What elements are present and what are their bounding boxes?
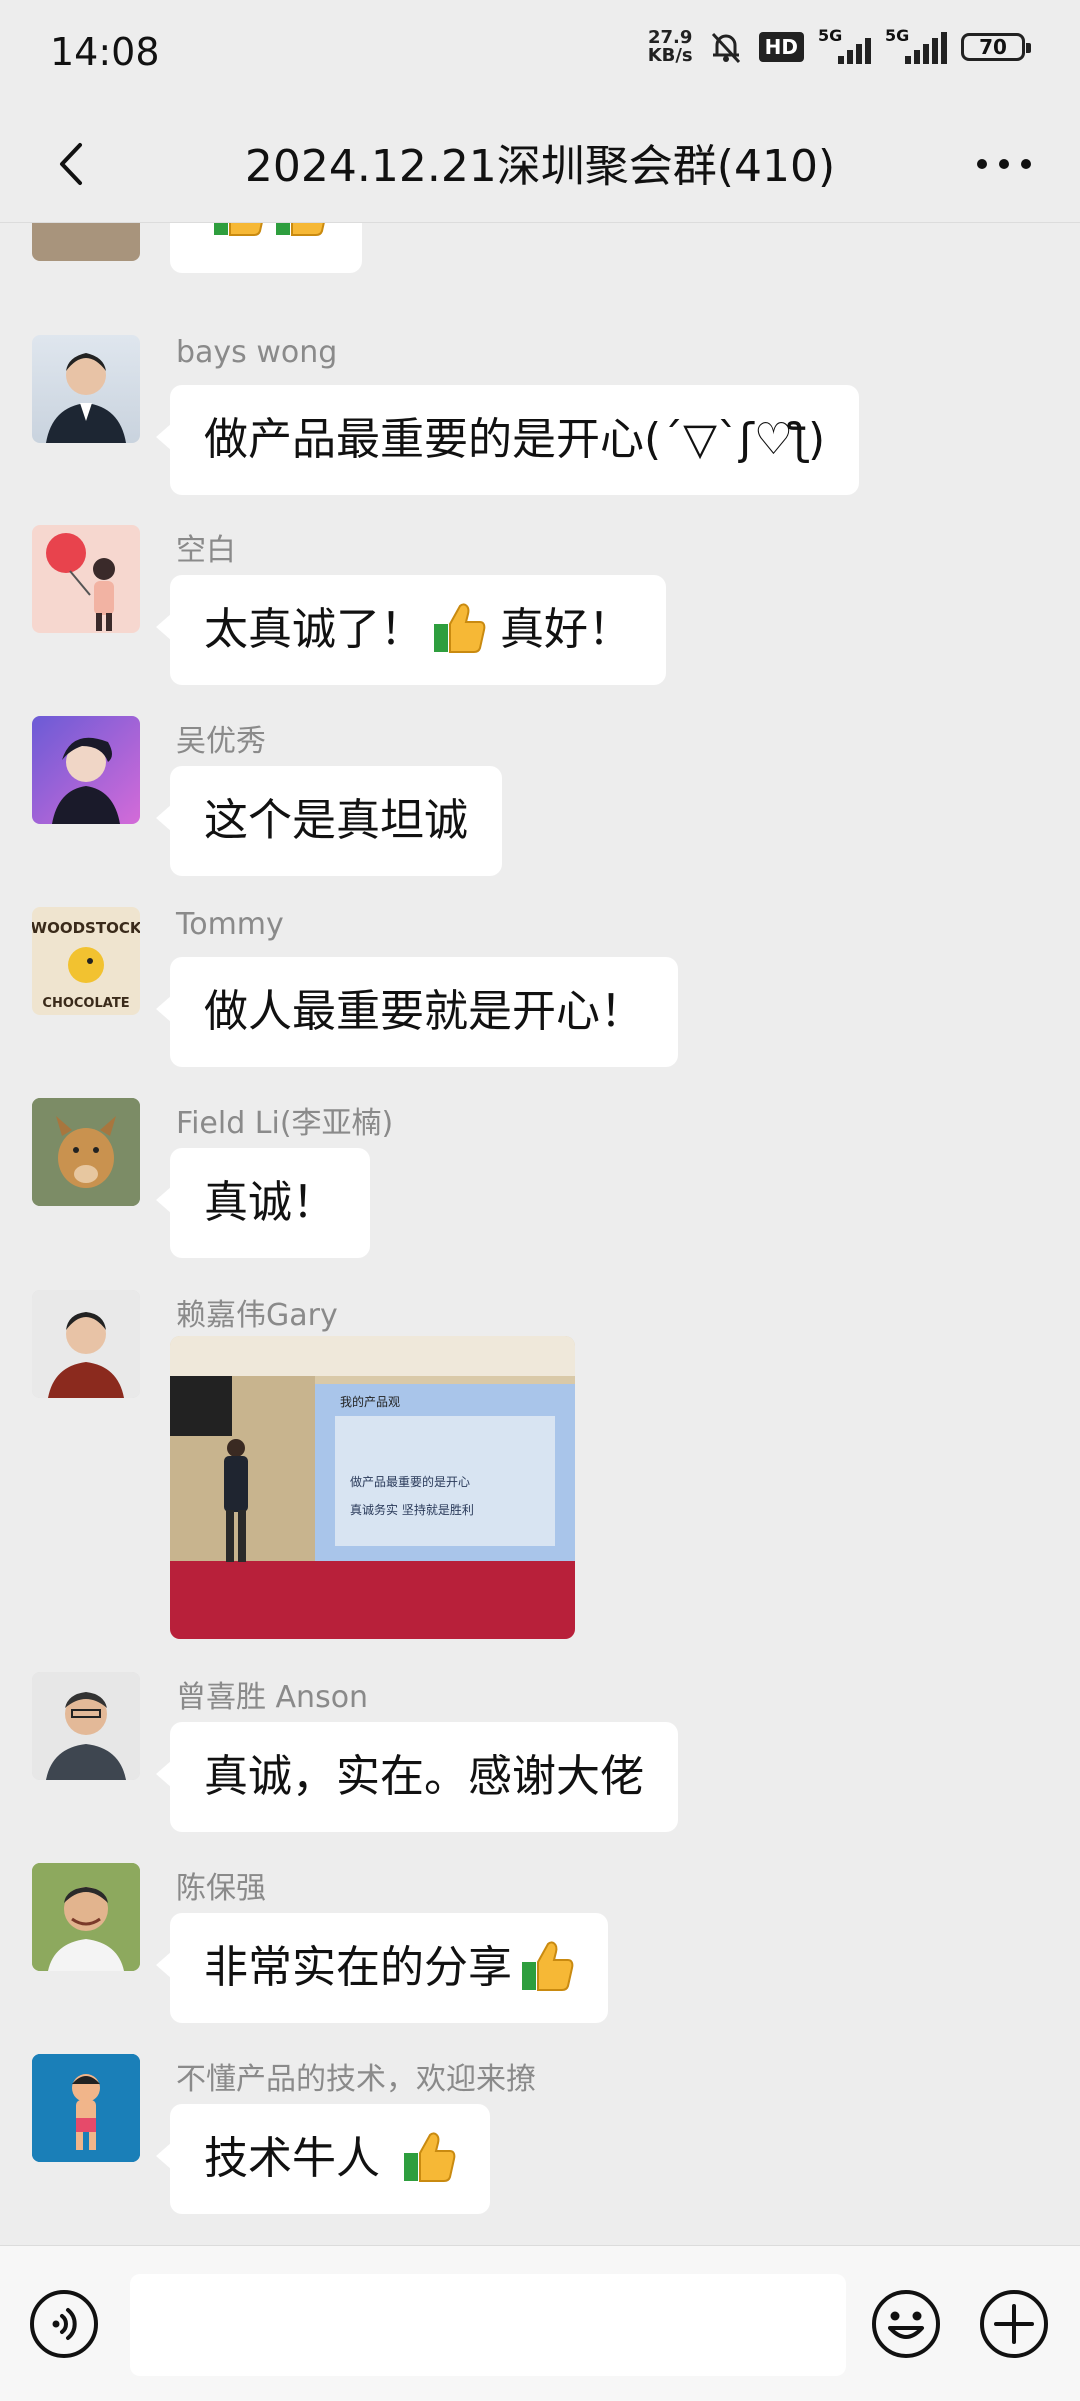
avatar[interactable] [32, 525, 140, 633]
svg-text:CHOCOLATE: CHOCOLATE [42, 996, 129, 1011]
sender-name: 空白 [176, 533, 236, 568]
avatar[interactable] [32, 335, 140, 443]
signal-2-icon: 5G [885, 26, 947, 64]
emoji-button[interactable] [870, 2288, 942, 2360]
clock: 14:08 [50, 30, 160, 74]
sender-name: bays wong [176, 335, 338, 370]
svg-text:WOODSTOCK: WOODSTOCK [32, 919, 140, 937]
avatar[interactable] [32, 1098, 140, 1206]
thumbs-up-emoji [404, 2132, 456, 2182]
more-button[interactable] [964, 132, 1044, 196]
avatar[interactable] [32, 223, 140, 261]
shared-photo[interactable]: 我的产品观 做产品最重要的是开心 真诚务实 坚持就是胜利 [170, 1336, 575, 1639]
network-speed: 27.9 KB/s [647, 27, 693, 66]
voice-icon [30, 2290, 98, 2358]
cartoon-avatar-image [32, 2054, 140, 2162]
sender-name: 赖嘉伟Gary [176, 1298, 338, 1333]
chevron-left-icon [60, 143, 82, 185]
thumbs-up-emoji [276, 223, 325, 236]
sender-name: 曾喜胜 Anson [176, 1680, 369, 1715]
input-bar [0, 2245, 1080, 2401]
thumbs-up-emoji [434, 603, 486, 653]
svg-text:真诚务实 坚持就是胜利: 真诚务实 坚持就是胜利 [350, 1502, 474, 1517]
more-dots-icon [977, 159, 1031, 169]
svg-text:我的产品观: 我的产品观 [340, 1394, 400, 1409]
sender-name: 不懂产品的技术，欢迎来撩 [176, 2062, 536, 2097]
signal-1-icon: 5G [818, 26, 871, 64]
message-bubble[interactable] [170, 223, 362, 273]
chat-header: 2024.12.21深圳聚会群(410) [0, 110, 1080, 223]
sender-name: Tommy [176, 907, 284, 942]
more-functions-button[interactable] [978, 2288, 1050, 2360]
chat-title: 2024.12.21深圳聚会群(410) [244, 141, 836, 192]
message-bubble[interactable]: 非常实在的分享 [156, 1913, 608, 2023]
battery-indicator: 70 [961, 33, 1031, 61]
message-bubble[interactable]: 做产品最重要的是开心(ˊ▽ˋʃ♡ƪ) [155, 385, 860, 495]
avatar[interactable] [32, 1863, 140, 1971]
child-avatar-image [32, 1863, 140, 1971]
status-icons: 27.9 KB/s HD 5G 5G 70 [647, 26, 1031, 66]
emoji-icon [872, 2290, 940, 2358]
message-list[interactable]: bays wong 做产品最重要的是开心(ˊ▽ˋʃ♡ƪ) 空白 太真诚了！ 真好… [0, 223, 1080, 2245]
person-avatar-image [32, 1672, 140, 1780]
avatar[interactable] [32, 1290, 140, 1398]
presentation-photo-image: 我的产品观 做产品最重要的是开心 真诚务实 坚持就是胜利 [170, 1336, 575, 1639]
status-bar: 14:08 27.9 KB/s HD 5G 5G 70 [0, 0, 1080, 110]
message-input[interactable] [130, 2274, 846, 2376]
sender-name: 吴优秀 [176, 724, 266, 759]
avatar[interactable] [32, 1672, 140, 1780]
avatar[interactable]: WOODSTOCK CHOCOLATE [32, 907, 140, 1015]
message-bubble[interactable]: 这个是真坦诚 [156, 766, 502, 876]
balloon-girl-avatar-image [46, 533, 115, 631]
avatar[interactable] [32, 2054, 140, 2162]
avatar[interactable] [32, 716, 140, 824]
thumbs-up-emoji [214, 223, 263, 236]
sender-name: 陈保强 [176, 1871, 266, 1906]
anime-avatar-image [52, 737, 120, 824]
message-bubble[interactable]: 真诚，实在。感谢大佬 [156, 1722, 678, 1832]
back-button[interactable] [38, 132, 102, 196]
message-bubble[interactable]: 真诚！ [156, 1148, 370, 1258]
voice-button[interactable] [28, 2288, 100, 2360]
message-bubble[interactable]: 太真诚了！ 真好！ [156, 575, 666, 685]
dog-avatar-image [32, 1098, 140, 1206]
message-bubble[interactable]: 技术牛人 [156, 2104, 490, 2214]
thumbs-up-emoji [522, 1941, 574, 1991]
sender-name: Field Li(李亚楠) [176, 1106, 394, 1141]
hd-badge: HD [758, 32, 804, 62]
mute-bell-icon [711, 32, 740, 64]
woodstock-avatar-image: WOODSTOCK CHOCOLATE [32, 919, 140, 1011]
message-bubble[interactable]: 做人最重要就是开心！ [156, 957, 678, 1067]
svg-text:做产品最重要的是开心: 做产品最重要的是开心 [350, 1474, 470, 1489]
person-avatar-image [46, 353, 126, 443]
person-avatar-image [32, 1290, 140, 1398]
plus-icon [980, 2290, 1048, 2358]
